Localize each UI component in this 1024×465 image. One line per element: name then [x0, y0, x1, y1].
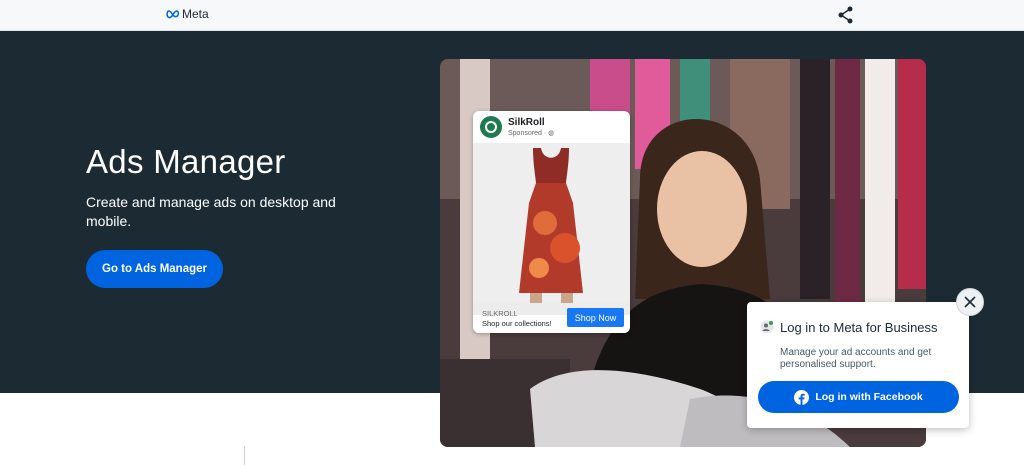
share-icon[interactable]	[836, 5, 856, 25]
ad-product-image	[473, 143, 630, 315]
meta-logo[interactable]: Meta	[166, 7, 209, 21]
ad-brand-name: SilkRoll	[508, 117, 545, 128]
ad-header: SilkRoll Sponsored · ◍	[473, 111, 630, 143]
business-user-icon	[760, 320, 774, 334]
login-popup: Log in to Meta for Business Manage your …	[747, 302, 969, 428]
go-to-ads-manager-button[interactable]: Go to Ads Manager	[86, 250, 223, 288]
log-in-with-facebook-label: Log in with Facebook	[815, 391, 923, 403]
log-in-with-facebook-button[interactable]: Log in with Facebook	[758, 381, 959, 413]
ad-footer-brand: SILKROLL	[482, 309, 518, 318]
divider	[244, 446, 245, 465]
brand-avatar	[480, 116, 502, 138]
popup-description: Manage your ad accounts and get personal…	[780, 347, 932, 370]
ad-sponsored-label: Sponsored · ◍	[508, 130, 555, 137]
ad-footer-text: Shop our collections!	[482, 319, 552, 328]
top-bar: Meta	[0, 0, 1024, 31]
ad-preview-card: SilkRoll Sponsored · ◍ SILKROLL Shop our…	[473, 111, 630, 333]
close-icon	[964, 296, 976, 308]
globe-icon: ◍	[548, 130, 555, 137]
meta-logo-icon	[166, 10, 180, 19]
popup-title: Log in to Meta for Business	[780, 320, 938, 335]
logo-text: Meta	[182, 7, 209, 21]
hero-description: Create and manage ads on desktop and mob…	[86, 194, 336, 229]
facebook-icon	[794, 389, 810, 405]
shop-now-button[interactable]: Shop Now	[567, 308, 624, 327]
page-title: Ads Manager	[86, 143, 286, 180]
close-popup-button[interactable]	[956, 288, 984, 316]
